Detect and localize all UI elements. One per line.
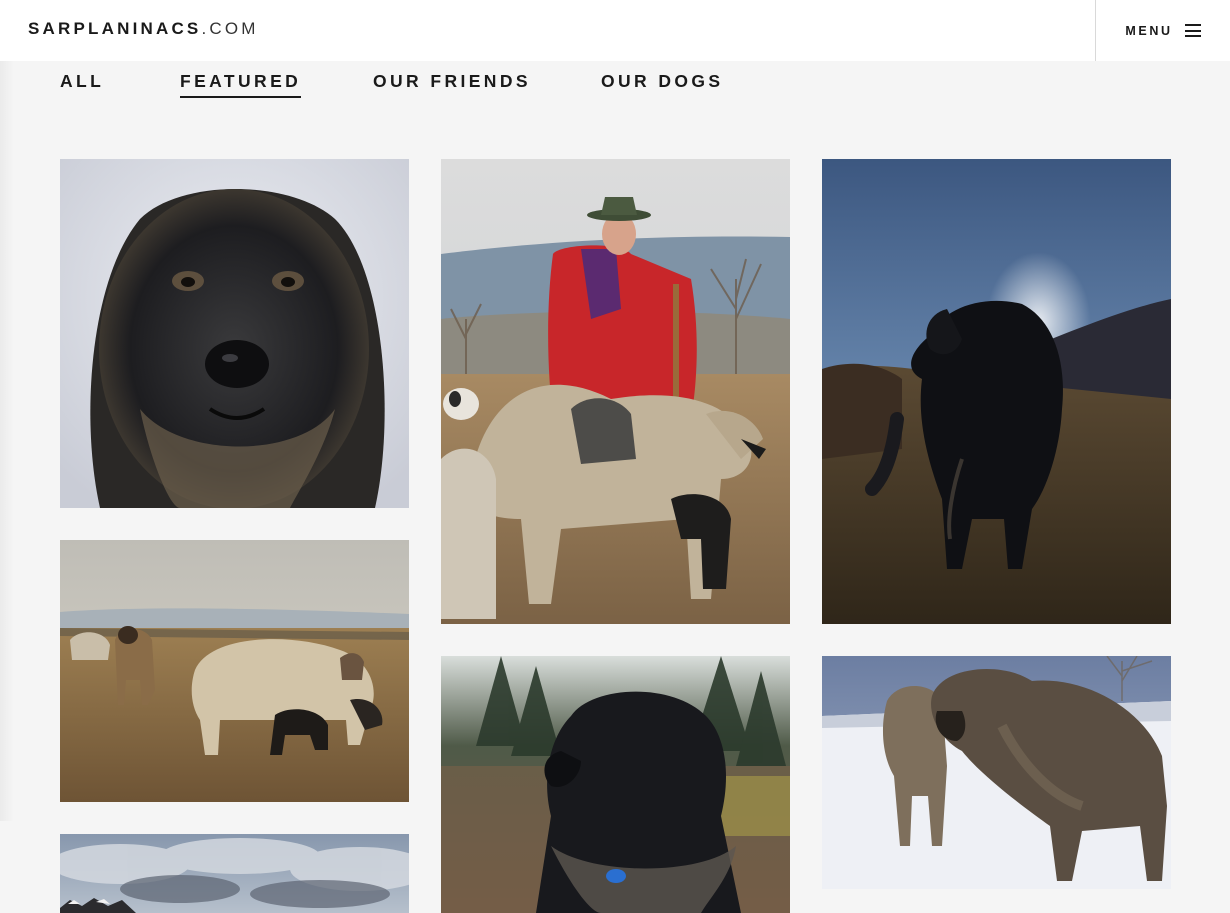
filter-our-friends[interactable]: OUR FRIENDS xyxy=(373,71,531,96)
gallery-photo-shepherd-with-dogs[interactable] xyxy=(441,159,790,624)
dog-portrait-image xyxy=(60,159,409,508)
dog-hillside-image xyxy=(822,159,1171,624)
left-edge-shadow xyxy=(0,61,14,821)
gallery-photo-dog-hillside[interactable] xyxy=(822,159,1171,624)
sheep-field-image xyxy=(60,540,409,802)
gallery-photo-dog-portrait[interactable] xyxy=(60,159,409,508)
filter-all[interactable]: ALL xyxy=(60,71,104,96)
gallery-photo-dogs-snow[interactable] xyxy=(822,656,1171,889)
logo-brand: SARPLANINACS xyxy=(28,19,202,38)
site-logo[interactable]: SARPLANINACS.COM xyxy=(28,19,259,39)
gallery-photo-sheep-field[interactable] xyxy=(60,540,409,802)
menu-label: MENU xyxy=(1125,23,1173,38)
dog-forest-image xyxy=(441,656,790,913)
cloudy-landscape-image xyxy=(60,834,409,913)
menu-button[interactable]: MENU xyxy=(1096,0,1230,61)
gallery-photo-dog-forest[interactable] xyxy=(441,656,790,913)
gallery-photo-cloudy-landscape[interactable] xyxy=(60,834,409,913)
shepherd-image xyxy=(441,159,790,624)
site-header: SARPLANINACS.COM MENU xyxy=(0,0,1230,61)
dogs-snow-image xyxy=(822,656,1171,889)
logo-tld: .COM xyxy=(201,19,259,38)
hamburger-icon xyxy=(1184,24,1201,37)
filter-our-dogs[interactable]: OUR DOGS xyxy=(601,71,723,96)
filter-featured[interactable]: FEATURED xyxy=(180,71,302,98)
